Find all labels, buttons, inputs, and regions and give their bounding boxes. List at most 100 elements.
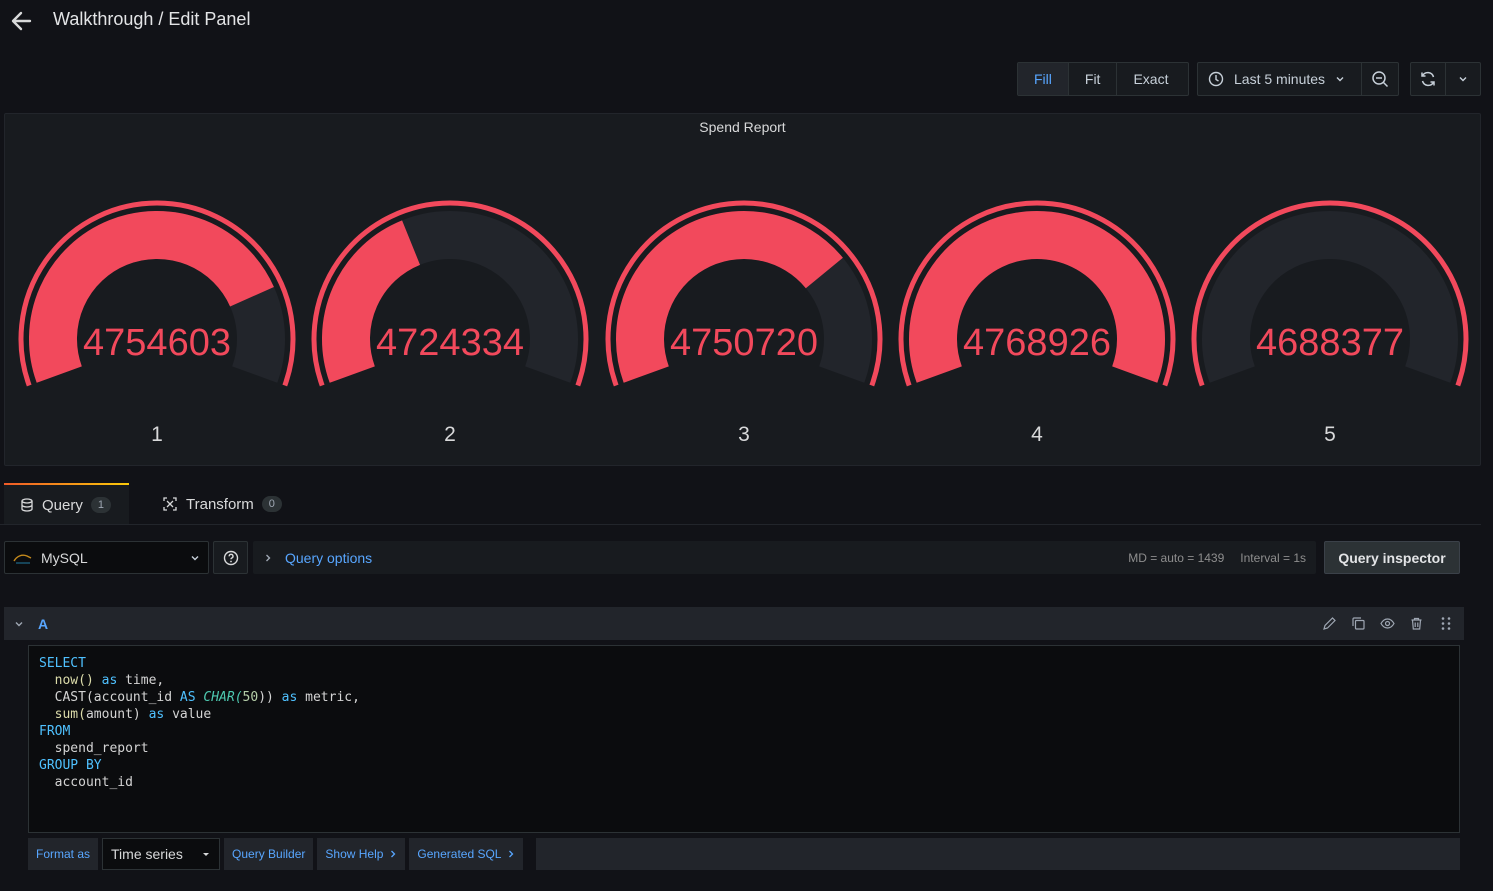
sql-function: CAST(	[54, 690, 94, 705]
time-range-button[interactable]: Last 5 minutes	[1198, 63, 1363, 95]
back-button[interactable]	[8, 8, 36, 34]
zoom-out-button[interactable]	[1362, 63, 1398, 95]
sql-keyword: FROM	[39, 724, 71, 739]
gauge-1: 4754603 1	[17, 194, 297, 446]
query-builder-button[interactable]: Query Builder	[224, 838, 314, 870]
edit-icon[interactable]	[1321, 615, 1338, 632]
query-options-label: Query options	[285, 549, 373, 566]
panel-title: Spend Report	[699, 119, 786, 135]
toolbar-filler	[536, 838, 1460, 870]
sql-editor[interactable]: SELECT now() as time, CAST(account_id AS…	[28, 645, 1460, 833]
datasource-name: MySQL	[41, 549, 88, 566]
query-options-bar[interactable]: Query options MD = auto = 1439 Interval …	[253, 541, 1316, 574]
sql-identifier: time,	[125, 673, 165, 688]
refresh-icon	[1421, 71, 1435, 87]
sql-keyword: as	[101, 673, 118, 688]
duplicate-icon[interactable]	[1350, 615, 1367, 632]
chevron-right-icon	[266, 554, 271, 561]
chevron-down-icon	[1336, 77, 1344, 82]
gauge-4: 4768926 4	[897, 194, 1177, 446]
refresh-interval-dropdown[interactable]	[1446, 63, 1481, 95]
gauge-3: 4750720 3	[604, 194, 884, 446]
tab-query[interactable]: Query 1	[4, 483, 129, 525]
time-range-label: Last 5 minutes	[1234, 71, 1326, 87]
collapse-chevron-icon[interactable]	[14, 619, 24, 629]
sql-identifier: spend_report	[54, 741, 149, 756]
trash-icon[interactable]	[1408, 615, 1425, 632]
sql-function: now()	[54, 673, 94, 688]
chevron-right-icon	[391, 850, 396, 858]
sql-identifier: account_id	[54, 775, 133, 790]
sql-number: 50	[242, 690, 259, 705]
format-value: Time series	[111, 846, 183, 862]
query-row-header: A	[4, 607, 1464, 640]
format-select[interactable]: Time series	[102, 838, 221, 870]
chevron-down-icon	[191, 555, 199, 560]
gauge-label: 3	[738, 423, 750, 446]
gauge-label: 1	[151, 423, 163, 446]
chevron-right-icon	[509, 850, 514, 858]
sql-keyword: as	[148, 707, 165, 722]
view-mode-group: Fill Fit Exact	[1017, 62, 1189, 96]
transform-icon	[163, 497, 177, 511]
sql-identifier: account_id	[93, 690, 173, 705]
sql-punct: ))	[258, 690, 274, 705]
gauge-value: 4750720	[670, 322, 818, 364]
sql-keyword: SELECT	[39, 656, 86, 671]
arrow-left-icon	[11, 11, 32, 31]
time-picker: Last 5 minutes	[1197, 62, 1399, 96]
interval-text: Interval = 1s	[1240, 550, 1306, 565]
fill-button[interactable]: Fill	[1018, 63, 1069, 95]
gauge-label: 4	[1031, 423, 1043, 446]
sql-keyword: as	[281, 690, 298, 705]
sql-keyword: AS	[179, 690, 196, 705]
sql-function: sum(	[54, 707, 86, 722]
gauge-value: 4768926	[963, 322, 1111, 364]
format-as-label: Format as	[28, 838, 99, 870]
tab-query-label: Query	[42, 496, 83, 514]
generated-sql-button[interactable]: Generated SQL	[409, 838, 524, 870]
zoom-out-icon	[1372, 71, 1389, 88]
gauge-label: 2	[444, 423, 456, 446]
sql-identifier: amount)	[85, 707, 141, 722]
query-builder-label: Query Builder	[232, 847, 306, 861]
question-circle-icon	[223, 550, 238, 565]
caret-down-icon	[203, 853, 210, 856]
gauge-label: 5	[1324, 423, 1336, 446]
sql-type: CHAR(	[203, 690, 243, 705]
max-data-points-text: MD = auto = 1439	[1128, 550, 1225, 565]
chevron-down-icon	[1459, 77, 1467, 82]
show-help-button[interactable]: Show Help	[317, 838, 406, 870]
refresh-picker	[1410, 62, 1481, 96]
drag-handle-icon[interactable]	[1437, 615, 1454, 632]
tab-transform[interactable]: Transform 0	[146, 483, 298, 525]
gauge-5: 4688377 5	[1190, 194, 1470, 446]
sql-identifier: value	[172, 707, 212, 722]
gauge-2: 4724334 2	[310, 194, 590, 446]
page-title: Walkthrough / Edit Panel	[53, 9, 251, 29]
query-builder-toolbar: Format as Time series Query Builder Show…	[28, 838, 524, 870]
mysql-logo-icon	[13, 551, 33, 565]
exact-button[interactable]: Exact	[1117, 63, 1184, 95]
gauge-panel: Spend Report 4754603 1 4724334 2 4750720 3 476…	[4, 113, 1481, 466]
eye-icon[interactable]	[1379, 615, 1396, 632]
transform-count-badge: 0	[261, 496, 282, 512]
show-help-label: Show Help	[325, 847, 384, 861]
tab-transform-label: Transform	[186, 495, 254, 513]
gauge-value: 4724334	[376, 322, 524, 364]
sql-keyword: GROUP BY	[39, 758, 102, 773]
query-inspector-button[interactable]: Query inspector	[1324, 541, 1460, 574]
sql-identifier: metric,	[305, 690, 360, 705]
tab-divider	[0, 524, 1481, 525]
gauge-value: 4754603	[83, 322, 231, 364]
refresh-button[interactable]	[1411, 63, 1446, 95]
query-count-badge: 1	[90, 497, 111, 513]
query-ref-id[interactable]: A	[38, 616, 48, 632]
datasource-help-button[interactable]	[213, 541, 248, 574]
generated-sql-label: Generated SQL	[417, 847, 502, 861]
clock-icon	[1208, 71, 1224, 87]
fit-button[interactable]: Fit	[1069, 63, 1118, 95]
datasource-select[interactable]: MySQL	[4, 541, 209, 574]
database-icon	[21, 498, 33, 512]
gauge-value: 4688377	[1256, 322, 1404, 364]
